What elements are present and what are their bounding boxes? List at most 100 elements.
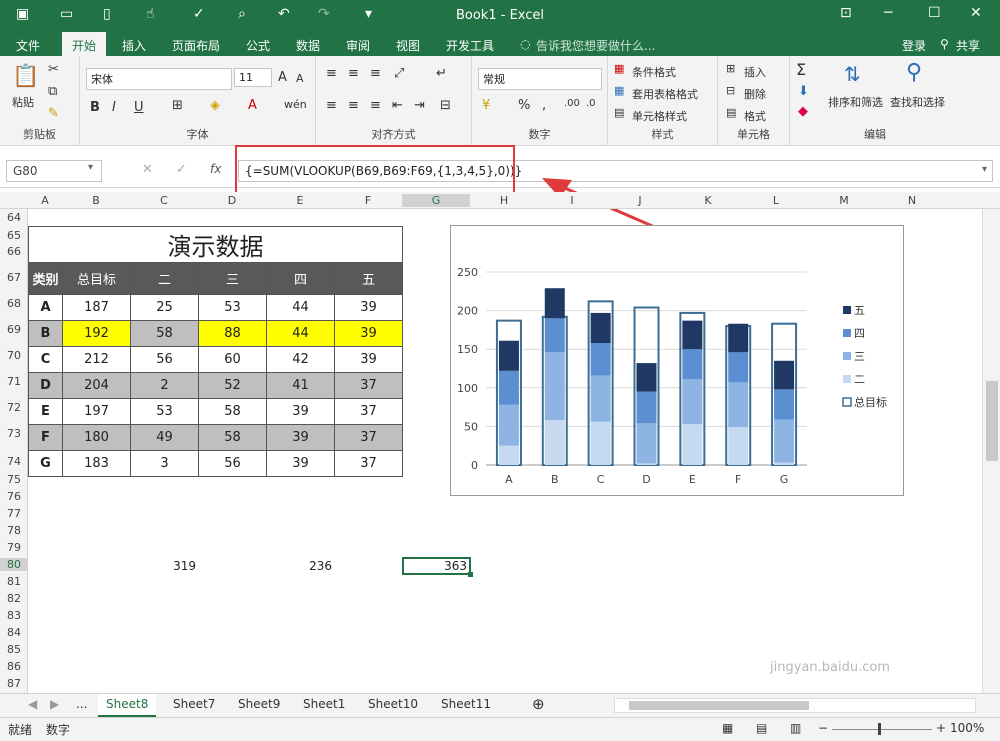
row-header[interactable]: 82 — [0, 592, 28, 605]
row-header[interactable]: 65 — [0, 229, 28, 242]
sheet-tab[interactable]: Sheet7 — [173, 697, 215, 711]
next-sheet-icon[interactable]: ▶ — [50, 697, 59, 711]
col-header-k[interactable]: K — [674, 194, 742, 207]
category-cell[interactable]: C — [28, 346, 63, 373]
data-cell[interactable]: 187 — [62, 294, 131, 321]
row-header[interactable]: 71 — [0, 375, 28, 388]
font-size-select[interactable]: 11 — [234, 68, 272, 87]
header-cell[interactable]: 五 — [334, 262, 403, 295]
zoom-slider-thumb[interactable] — [878, 723, 881, 735]
row-header[interactable]: 66 — [0, 245, 28, 258]
vertical-scroll-thumb[interactable] — [986, 381, 998, 461]
category-cell[interactable]: B — [28, 320, 63, 347]
percent-button[interactable]: % — [518, 98, 530, 113]
sheet-tab-active[interactable]: Sheet8 — [98, 694, 157, 717]
data-cell[interactable]: 44 — [266, 294, 335, 321]
cell-c80[interactable]: 319 — [130, 559, 198, 573]
header-cell[interactable]: 四 — [266, 262, 335, 295]
cell-e80[interactable]: 236 — [266, 559, 334, 573]
grow-font-icon[interactable]: A — [278, 70, 287, 85]
data-cell[interactable]: 56 — [198, 450, 267, 477]
data-cell[interactable]: 37 — [334, 424, 403, 451]
italic-button[interactable]: I — [112, 100, 116, 115]
col-header-g[interactable]: G — [402, 194, 470, 207]
font-color-icon[interactable]: A — [248, 98, 257, 113]
col-header-e[interactable]: E — [266, 194, 334, 207]
data-cell[interactable]: 25 — [130, 294, 199, 321]
paste-icon[interactable]: 📋 — [12, 64, 39, 89]
row-header[interactable]: 85 — [0, 643, 28, 656]
category-cell[interactable]: A — [28, 294, 63, 321]
increase-indent-icon[interactable]: ⇥ — [414, 98, 425, 113]
fill-handle[interactable] — [468, 572, 473, 577]
data-cell[interactable]: 37 — [334, 398, 403, 425]
normal-view-icon[interactable]: ▦ — [722, 721, 733, 735]
format-painter-icon[interactable]: ✎ — [48, 106, 59, 121]
paste-button[interactable]: 粘贴 — [12, 94, 34, 110]
data-cell[interactable]: 39 — [334, 346, 403, 373]
data-cell[interactable]: 42 — [266, 346, 335, 373]
maximize-icon[interactable]: ☐ — [928, 5, 941, 21]
data-cell[interactable]: 44 — [266, 320, 335, 347]
row-header[interactable]: 87 — [0, 677, 28, 690]
wrap-text-icon[interactable]: ↵ — [436, 66, 447, 81]
col-header-b[interactable]: B — [62, 194, 130, 207]
close-icon[interactable]: ✕ — [970, 5, 982, 21]
tab-developer[interactable]: 开发工具 — [446, 37, 494, 54]
data-cell[interactable]: 204 — [62, 372, 131, 399]
align-left-icon[interactable]: ≡ — [326, 98, 337, 113]
tab-formulas[interactable]: 公式 — [246, 37, 270, 54]
horizontal-scrollbar[interactable] — [614, 698, 976, 713]
cell-g80-selected[interactable]: 363 — [402, 557, 473, 577]
category-cell[interactable]: E — [28, 398, 63, 425]
data-cell[interactable]: 39 — [334, 294, 403, 321]
add-sheet-icon[interactable]: ⊕ — [532, 695, 545, 713]
expand-formula-icon[interactable]: ▾ — [982, 164, 987, 175]
cut-icon[interactable]: ✂ — [48, 62, 59, 77]
data-cell[interactable]: 56 — [130, 346, 199, 373]
data-cell[interactable]: 192 — [62, 320, 131, 347]
data-cell[interactable]: 49 — [130, 424, 199, 451]
clear-icon[interactable]: ◆ — [798, 104, 808, 119]
data-cell[interactable]: 180 — [62, 424, 131, 451]
more-sheets-button[interactable]: ... — [76, 697, 87, 711]
data-cell[interactable]: 212 — [62, 346, 131, 373]
header-cell[interactable]: 二 — [130, 262, 199, 295]
cancel-entry-icon[interactable]: ✕ — [142, 162, 153, 177]
zoom-in-icon[interactable]: + — [936, 721, 946, 735]
data-cell[interactable]: 52 — [198, 372, 267, 399]
sheet-tab[interactable]: Sheet1 — [303, 697, 345, 711]
row-header[interactable]: 86 — [0, 660, 28, 673]
align-top-icon[interactable]: ≡ — [326, 66, 337, 81]
delete-cells-button[interactable]: 删除 — [744, 86, 766, 102]
orientation-icon[interactable]: ⤢ — [394, 66, 404, 81]
cell-styles-button[interactable]: 单元格样式 — [632, 108, 687, 124]
row-header[interactable]: 74 — [0, 455, 28, 468]
header-cell[interactable]: 三 — [198, 262, 267, 295]
row-header[interactable]: 84 — [0, 626, 28, 639]
align-middle-icon[interactable]: ≡ — [348, 66, 359, 81]
row-header[interactable]: 67 — [0, 271, 28, 284]
font-name-select[interactable]: 宋体 — [86, 68, 232, 90]
row-header[interactable]: 64 — [0, 211, 28, 224]
tab-file[interactable]: 文件 — [16, 37, 40, 54]
row-header[interactable]: 73 — [0, 427, 28, 440]
format-as-table-button[interactable]: 套用表格格式 — [632, 86, 698, 102]
row-header[interactable]: 78 — [0, 524, 28, 537]
comma-button[interactable]: , — [542, 98, 546, 113]
data-cell[interactable]: 58 — [198, 424, 267, 451]
data-cell[interactable]: 183 — [62, 450, 131, 477]
row-header[interactable]: 72 — [0, 401, 28, 414]
col-header-a[interactable]: A — [28, 194, 62, 207]
data-cell[interactable]: 60 — [198, 346, 267, 373]
row-header[interactable]: 75 — [0, 473, 28, 486]
row-header[interactable]: 83 — [0, 609, 28, 622]
col-header-n[interactable]: N — [878, 194, 946, 207]
insert-function-button[interactable]: fx — [210, 162, 221, 176]
increase-decimal-icon[interactable]: .00 — [564, 98, 580, 109]
tab-page-layout[interactable]: 页面布局 — [172, 37, 220, 54]
ribbon-display-icon[interactable]: ⊡ — [840, 5, 852, 21]
fill-color-icon[interactable]: ◈ — [210, 98, 220, 113]
number-format-select[interactable]: 常规 — [478, 68, 602, 90]
row-header[interactable]: 79 — [0, 541, 28, 554]
